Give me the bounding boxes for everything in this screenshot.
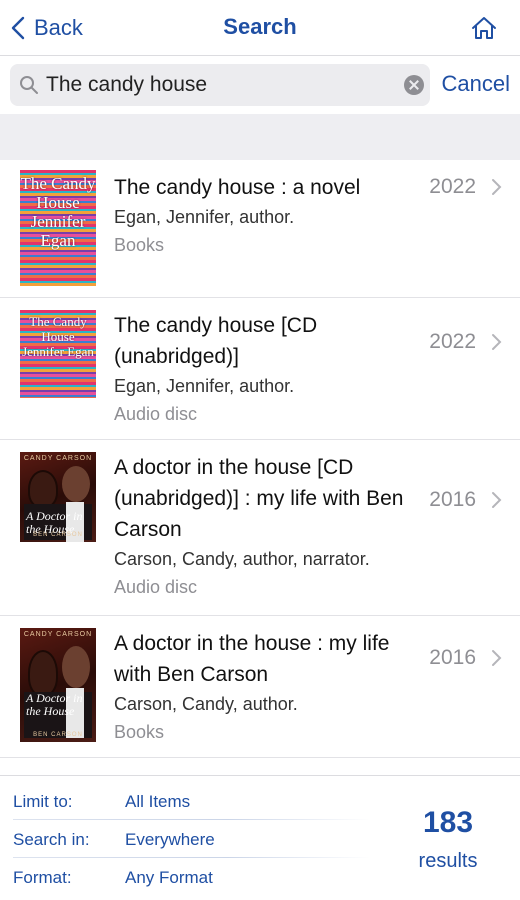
search-icon: [20, 76, 38, 94]
cover-subtitle: BEN CARSON: [33, 732, 83, 738]
result-author: Egan, Jennifer, author.: [114, 207, 295, 227]
result-count: 183: [422, 806, 474, 839]
section-divider: [0, 114, 520, 160]
format-label: Format:: [13, 868, 72, 887]
chevron-left-icon: [11, 16, 25, 40]
format-filter[interactable]: Format: Any Format: [0, 858, 370, 896]
result-author: Carson, Candy, author, narrator.: [114, 549, 370, 569]
cancel-button[interactable]: Cancel: [442, 71, 510, 97]
cover-title: The Candy House Jennifer Egan: [20, 174, 96, 250]
book-cover: The Candy House Jennifer Egan: [20, 310, 96, 398]
chevron-right-icon: [492, 492, 502, 508]
book-cover: The Candy House Jennifer Egan: [20, 170, 96, 286]
result-format: Books: [114, 722, 165, 742]
cover-author: CANDY CARSON: [23, 631, 93, 638]
result-title: The candy house [CD (unabridged)]: [114, 314, 318, 368]
result-format: Books: [114, 235, 165, 255]
cover-author: CANDY CARSON: [23, 455, 93, 462]
limit-to-label: Limit to:: [13, 792, 73, 811]
result-author: Egan, Jennifer, author.: [114, 376, 295, 396]
result-title: A doctor in the house : my life with Ben…: [114, 632, 390, 686]
result-year: 2022: [429, 175, 476, 198]
result-year: 2016: [429, 646, 476, 669]
result-year: 2022: [429, 330, 476, 353]
search-in-filter[interactable]: Search in: Everywhere: [0, 820, 370, 858]
list-item[interactable]: The Candy House Jennifer Egan The candy …: [0, 160, 520, 298]
result-author: Carson, Candy, author.: [114, 694, 298, 714]
search-bar: Cancel: [0, 56, 520, 114]
cover-subtitle: BEN CARSON: [33, 532, 83, 538]
result-year: 2016: [429, 488, 476, 511]
limit-to-filter[interactable]: Limit to: All Items: [0, 782, 370, 820]
list-item[interactable]: CANDY CARSON A Doctor in the House BEN C…: [0, 440, 520, 616]
result-format: Audio disc: [114, 404, 198, 424]
navigation-bar: Back Search: [0, 0, 520, 56]
result-format: Audio disc: [114, 577, 198, 597]
search-in-label: Search in:: [13, 830, 90, 849]
search-field[interactable]: [10, 64, 430, 106]
result-title: A doctor in the house [CD (unabridged)] …: [114, 456, 404, 541]
limit-to-value: All Items: [125, 792, 191, 811]
format-value: Any Format: [125, 868, 213, 887]
back-button[interactable]: Back: [10, 12, 83, 44]
chevron-right-icon: [492, 334, 502, 350]
list-item[interactable]: The Candy House Jennifer Egan The candy …: [0, 298, 520, 440]
result-count-label: results: [418, 850, 478, 872]
results-list: The Candy House Jennifer Egan The candy …: [0, 160, 520, 775]
filter-footer: Limit to: All Items Search in: Everywher…: [0, 775, 520, 900]
result-title: The candy house : a novel: [114, 176, 361, 199]
chevron-right-icon: [492, 179, 502, 195]
book-cover: CANDY CARSON A Doctor in the House BEN C…: [20, 628, 96, 742]
cover-title: The Candy House Jennifer Egan: [22, 314, 94, 359]
list-item[interactable]: CANDY CARSON A Doctor in the House BEN C…: [0, 616, 520, 758]
cover-title: A Doctor in the House: [26, 691, 83, 718]
search-input[interactable]: [46, 73, 386, 97]
search-in-value: Everywhere: [125, 830, 215, 849]
chevron-right-icon: [492, 650, 502, 666]
back-label: Back: [34, 15, 83, 40]
book-cover: CANDY CARSON A Doctor in the House BEN C…: [20, 452, 96, 542]
home-icon[interactable]: [470, 14, 498, 42]
clear-search-icon[interactable]: [404, 75, 424, 95]
